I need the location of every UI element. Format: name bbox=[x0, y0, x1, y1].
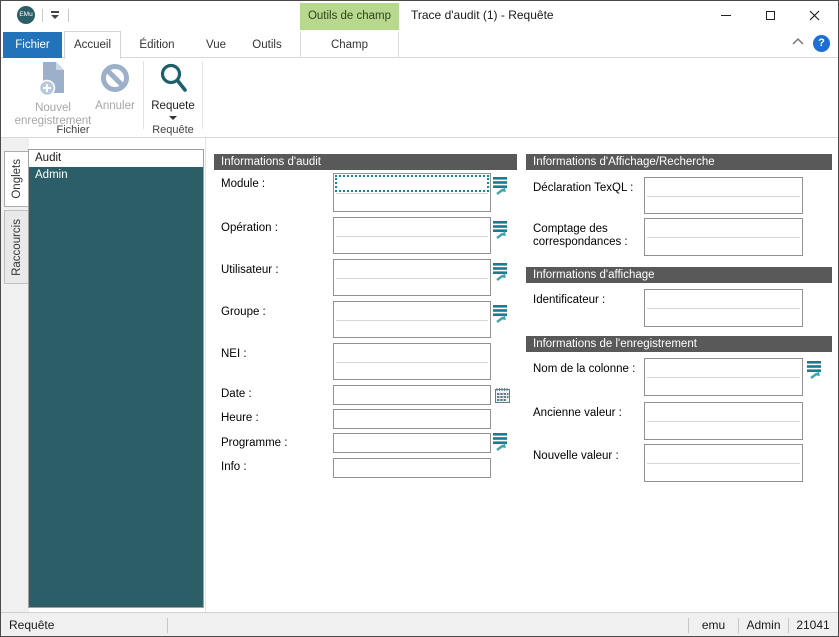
programme-input[interactable] bbox=[333, 433, 491, 453]
field-label-programme: Programme : bbox=[221, 437, 329, 450]
query-button[interactable]: Requete bbox=[147, 61, 199, 120]
new-record-icon bbox=[37, 61, 69, 97]
calendar-icon[interactable] bbox=[495, 387, 510, 403]
nom-colonne-input[interactable] bbox=[644, 358, 803, 396]
status-bar: Requête emu Admin 21041 bbox=[1, 612, 838, 637]
vertical-tab-raccourcis[interactable]: Raccourcis bbox=[4, 210, 28, 284]
divider bbox=[42, 9, 43, 22]
tab-list-panel: Audit Admin bbox=[28, 149, 204, 608]
field-label-operation: Opération : bbox=[221, 222, 329, 235]
maximize-button[interactable] bbox=[748, 1, 792, 30]
field-label-nouvelle-valeur: Nouvelle valeur : bbox=[533, 450, 641, 463]
heure-input[interactable] bbox=[333, 409, 491, 429]
divider bbox=[167, 618, 168, 633]
field-label-ancienne-valeur: Ancienne valeur : bbox=[533, 407, 641, 420]
status-cell-number: 21041 bbox=[789, 618, 837, 632]
info-input[interactable] bbox=[333, 458, 491, 478]
tab-champ[interactable]: Champ bbox=[300, 32, 399, 58]
tab-fichier[interactable]: Fichier bbox=[3, 32, 62, 58]
utilisateur-input[interactable] bbox=[333, 259, 491, 296]
search-icon bbox=[158, 61, 188, 95]
minimize-button[interactable] bbox=[704, 1, 748, 30]
list-item-admin[interactable]: Admin bbox=[29, 167, 203, 184]
maximize-icon bbox=[766, 11, 775, 20]
ribbon: Nouvel enregistrement Annuler Requete Fi… bbox=[1, 58, 838, 138]
nei-input[interactable] bbox=[333, 343, 491, 380]
vertical-tab-onglets-label: Onglets bbox=[11, 159, 23, 199]
field-label-nom-colonne: Nom de la colonne : bbox=[533, 363, 641, 376]
autofill-icon bbox=[807, 360, 822, 379]
field-label-date: Date : bbox=[221, 388, 329, 401]
minimize-icon bbox=[721, 15, 731, 16]
close-icon bbox=[809, 10, 820, 21]
field-label-groupe: Groupe : bbox=[221, 306, 329, 319]
field-label-comptage: Comptage des correspondances : bbox=[533, 223, 641, 249]
cancel-label: Annuler bbox=[87, 100, 143, 113]
section-header-enregistrement: Informations de l'enregistrement bbox=[526, 336, 832, 352]
app-window: EMu Outils de champ Trace d'audit (1) - … bbox=[0, 0, 839, 637]
collapse-ribbon-button[interactable] bbox=[791, 37, 805, 49]
autofill-icon bbox=[493, 304, 508, 323]
nouvelle-valeur-input[interactable] bbox=[644, 444, 803, 482]
divider bbox=[205, 138, 206, 612]
quick-access-customize-icon[interactable] bbox=[50, 11, 60, 21]
tab-accueil[interactable]: Accueil bbox=[64, 31, 121, 59]
field-label-nei: NEI : bbox=[221, 348, 329, 361]
section-header-affichage-recherche: Informations d'Affichage/Recherche bbox=[526, 154, 832, 170]
divider bbox=[143, 61, 144, 129]
ribbon-group-fichier: Fichier bbox=[5, 124, 141, 136]
query-label: Requete bbox=[147, 100, 199, 113]
chevron-up-icon bbox=[791, 37, 805, 46]
help-button[interactable]: ? bbox=[813, 35, 830, 52]
tab-edition[interactable]: Édition bbox=[127, 32, 187, 58]
date-input[interactable] bbox=[333, 385, 491, 405]
contextual-tab-group-header: Outils de champ bbox=[300, 3, 399, 30]
module-focused-cell[interactable] bbox=[335, 175, 489, 192]
divider bbox=[68, 9, 69, 22]
groupe-input[interactable] bbox=[333, 301, 491, 338]
close-button[interactable] bbox=[792, 1, 836, 30]
tab-outils[interactable]: Outils bbox=[239, 32, 295, 58]
cancel-icon bbox=[100, 61, 130, 95]
autofill-icon bbox=[493, 432, 508, 451]
autofill-icon bbox=[493, 220, 508, 239]
section-header-affichage: Informations d'affichage bbox=[526, 267, 832, 283]
window-title: Trace d'audit (1) - Requête bbox=[411, 8, 554, 22]
field-label-heure: Heure : bbox=[221, 412, 329, 425]
ribbon-group-requete: Requête bbox=[145, 124, 201, 136]
status-cell-server: emu bbox=[689, 618, 738, 632]
divider bbox=[202, 61, 203, 129]
app-logo: EMu bbox=[17, 6, 35, 24]
field-label-texql: Déclaration TexQL : bbox=[533, 182, 641, 195]
dropdown-arrow-icon bbox=[169, 116, 177, 120]
ancienne-valeur-input[interactable] bbox=[644, 402, 803, 440]
identificateur-input[interactable] bbox=[644, 289, 803, 327]
autofill-icon bbox=[493, 262, 508, 281]
section-header-audit: Informations d'audit bbox=[214, 154, 517, 170]
cancel-button[interactable]: Annuler bbox=[87, 61, 143, 113]
module-input[interactable] bbox=[333, 173, 491, 212]
field-label-info: Info : bbox=[221, 461, 329, 474]
tab-vue[interactable]: Vue bbox=[193, 32, 239, 58]
autofill-icon bbox=[493, 176, 508, 195]
status-cell-user: Admin bbox=[739, 618, 788, 632]
field-label-utilisateur: Utilisateur : bbox=[221, 264, 329, 277]
operation-input[interactable] bbox=[333, 217, 491, 254]
comptage-input[interactable] bbox=[644, 218, 803, 256]
texql-input[interactable] bbox=[644, 177, 803, 214]
vertical-tab-raccourcis-label: Raccourcis bbox=[11, 219, 23, 276]
list-item-audit[interactable]: Audit bbox=[29, 150, 203, 167]
status-mode: Requête bbox=[9, 618, 54, 632]
field-label-identificateur: Identificateur : bbox=[533, 294, 641, 307]
vertical-tab-onglets[interactable]: Onglets bbox=[4, 151, 28, 207]
field-label-module: Module : bbox=[221, 178, 329, 191]
